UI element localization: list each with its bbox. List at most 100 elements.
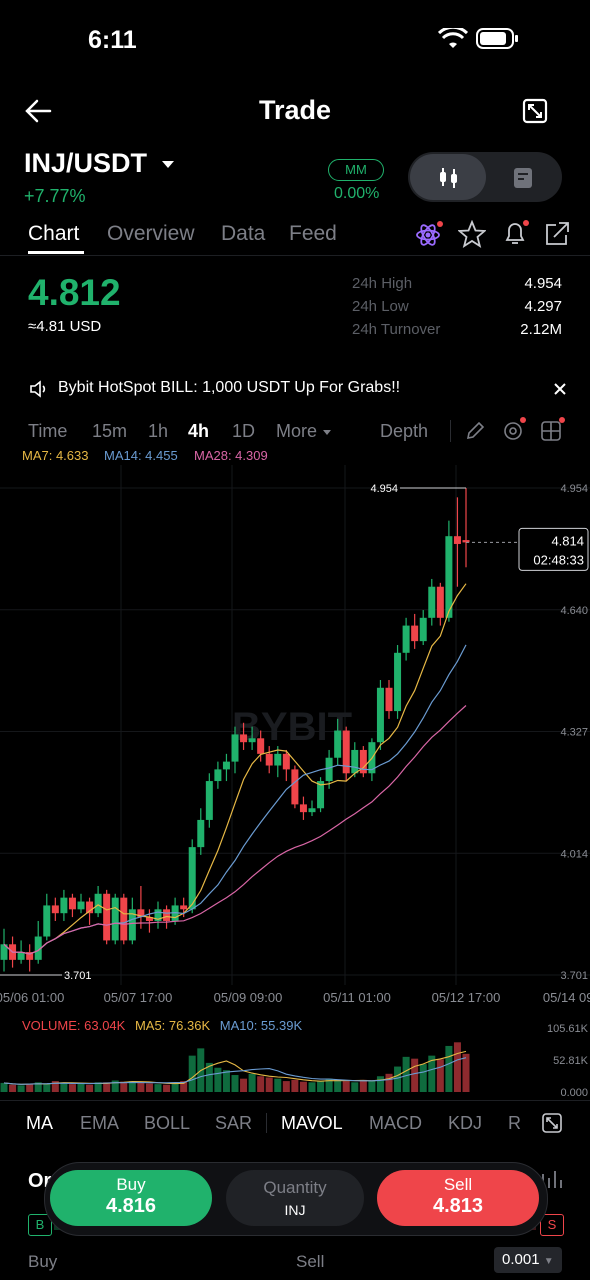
tf-depth[interactable]: Depth	[380, 421, 428, 442]
volume-bar	[385, 1073, 393, 1092]
tab-chart[interactable]: Chart	[28, 222, 79, 246]
candle	[308, 808, 316, 813]
ind-macd[interactable]: MACD	[369, 1113, 422, 1134]
tab-overview[interactable]: Overview	[107, 222, 195, 246]
candle-countdown: 02:48:33	[533, 552, 584, 567]
vol-y-tick: 52.81K	[553, 1055, 589, 1067]
volume-bar	[171, 1082, 179, 1092]
share-icon[interactable]	[544, 221, 572, 247]
pair-selector[interactable]: INJ/USDT	[24, 148, 175, 179]
volume-bar	[359, 1079, 367, 1092]
precision-select[interactable]: 0.001 ▼	[494, 1247, 562, 1273]
orderbook-view-icon[interactable]	[512, 166, 536, 190]
volume-bar	[394, 1066, 402, 1092]
buy-button-price: 4.816	[105, 1195, 157, 1217]
volume-bar	[222, 1070, 230, 1092]
ind-sar[interactable]: SAR	[215, 1113, 252, 1134]
volume-bar	[188, 1055, 196, 1092]
tf-more[interactable]: More	[276, 421, 332, 442]
volume-bar	[308, 1082, 316, 1092]
chart-view-toggle[interactable]	[410, 154, 486, 200]
ma7-legend: MA7: 4.633	[22, 448, 89, 463]
volume-bar	[17, 1085, 25, 1092]
tf-time[interactable]: Time	[28, 421, 67, 442]
caret-down-icon: ▼	[543, 1256, 554, 1267]
volume-bar	[257, 1076, 265, 1092]
caret-down-icon	[323, 430, 332, 435]
candle	[453, 536, 461, 544]
tf-4h[interactable]: 4h	[188, 421, 209, 442]
watermark: BYBIT	[232, 705, 352, 749]
orderbook-buy-label: Buy	[28, 1252, 58, 1271]
fullscreen-icon[interactable]	[541, 1112, 563, 1134]
grid-layout-icon[interactable]	[540, 416, 566, 442]
volume-bar	[231, 1075, 239, 1092]
buy-button[interactable]: Buy 4.816	[50, 1170, 212, 1226]
orderbook-sell-label: Sell	[296, 1252, 325, 1271]
candlestick-icon	[440, 168, 457, 188]
ind-kdj[interactable]: KDJ	[448, 1113, 482, 1134]
promo-banner[interactable]: Bybit HotSpot BILL: 1,000 USDT Up For Gr…	[58, 379, 400, 397]
volume-chart[interactable]: 105.61K 52.81K 0.000	[0, 1020, 590, 1100]
quantity-label: Quantity	[263, 1178, 327, 1197]
volume-bar	[282, 1081, 290, 1092]
price-usd: ≈4.81 USD	[28, 318, 102, 335]
ind-more[interactable]: R	[508, 1113, 521, 1134]
candle	[385, 687, 393, 712]
last-price: 4.812	[28, 272, 121, 313]
volume-bar	[376, 1076, 384, 1092]
ind-separator	[266, 1113, 267, 1133]
last-price-tag: 4.814	[551, 533, 584, 548]
close-icon[interactable]	[552, 381, 568, 397]
candle	[60, 897, 68, 914]
page-title: Trade	[258, 95, 332, 125]
star-icon[interactable]	[458, 220, 486, 248]
candle	[77, 901, 85, 910]
volume-bar	[317, 1081, 325, 1092]
expand-icon[interactable]	[522, 98, 548, 124]
sell-button[interactable]: Sell 4.813	[377, 1170, 539, 1226]
volume-bar	[291, 1079, 299, 1092]
indicator-settings-icon[interactable]	[501, 416, 527, 442]
price-chart[interactable]: 4.954 4.640 4.327 4.014 3.701 BYBIT 4.954 3.701…	[0, 465, 590, 1045]
y-tick-label: 4.640	[560, 605, 588, 617]
ind-ma[interactable]: MA	[26, 1113, 53, 1134]
volume-bar	[145, 1083, 153, 1092]
candle	[248, 738, 256, 743]
candle	[240, 734, 248, 743]
ind-mavol[interactable]: MAVOL	[281, 1113, 343, 1134]
candle	[103, 893, 111, 941]
candle	[274, 753, 282, 766]
tf-1h[interactable]: 1h	[148, 421, 168, 442]
speaker-icon	[30, 380, 46, 398]
tf-15m[interactable]: 15m	[92, 421, 127, 442]
tf-1d[interactable]: 1D	[232, 421, 255, 442]
stat-low-label: 24h Low	[352, 298, 409, 315]
sell-button-label: Sell	[443, 1175, 473, 1194]
ma28-legend: MA28: 4.309	[194, 448, 268, 463]
atom-icon[interactable]	[414, 220, 444, 248]
tab-feed[interactable]: Feed	[289, 222, 337, 246]
candle	[51, 905, 59, 914]
y-tick-label: 3.701	[560, 970, 588, 982]
volume-bar	[163, 1084, 171, 1092]
candle	[197, 819, 205, 848]
volume-bar	[299, 1081, 307, 1092]
volume-bar	[9, 1084, 17, 1092]
volume-bar	[436, 1059, 444, 1092]
bell-icon[interactable]	[501, 218, 531, 248]
x-tick-label: 05/07 17:00	[104, 990, 173, 1005]
y-tick-label: 4.954	[560, 483, 588, 495]
candle	[428, 586, 436, 618]
volume-bar	[274, 1078, 282, 1092]
candle	[394, 652, 402, 712]
ind-ema[interactable]: EMA	[80, 1113, 119, 1134]
candle	[111, 897, 119, 941]
quantity-field[interactable]: Quantity INJ	[226, 1170, 364, 1226]
candle	[68, 897, 76, 910]
ind-boll[interactable]: BOLL	[144, 1113, 190, 1134]
mm-badge[interactable]: MM	[328, 159, 384, 181]
tab-data[interactable]: Data	[221, 222, 265, 246]
pencil-icon[interactable]	[464, 420, 486, 442]
volume-bar	[77, 1083, 85, 1092]
